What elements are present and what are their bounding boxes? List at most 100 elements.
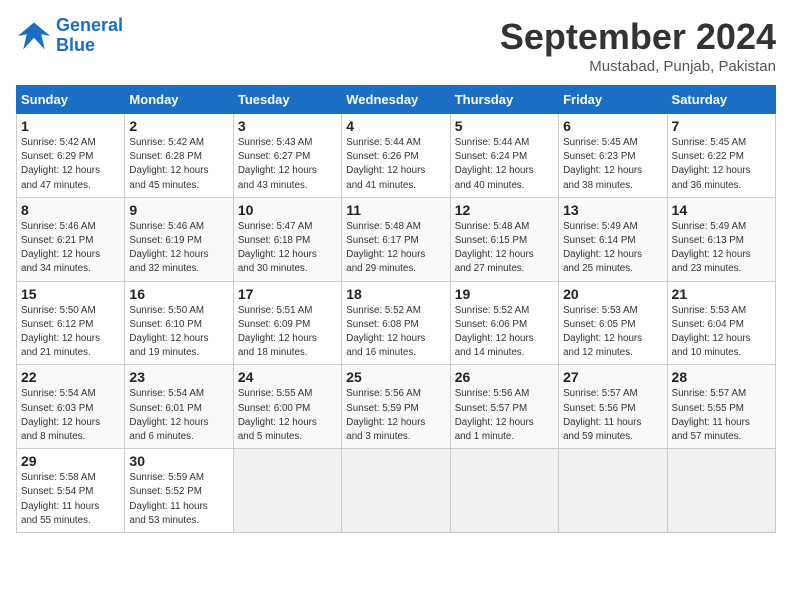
day-number: 26 (455, 369, 554, 385)
day-info: Sunrise: 5:44 AM Sunset: 6:26 PM Dayligh… (346, 136, 445, 193)
month-title: September 2024 (500, 16, 776, 58)
calendar-cell: 7 Sunrise: 5:45 AM Sunset: 6:22 PM Daylig… (667, 114, 775, 198)
day-number: 4 (346, 118, 445, 134)
day-number: 29 (21, 453, 120, 469)
day-number: 16 (129, 286, 228, 302)
calendar-cell: 22Sunrise: 5:54 AM Sunset: 6:03 PM Dayli… (17, 365, 125, 449)
day-info: Sunrise: 5:53 AM Sunset: 6:04 PM Dayligh… (672, 304, 771, 361)
day-info: Sunrise: 5:51 AM Sunset: 6:09 PM Dayligh… (238, 304, 337, 361)
day-info: Sunrise: 5:46 AM Sunset: 6:19 PM Dayligh… (129, 220, 228, 277)
weekday-header-friday: Friday (559, 86, 667, 114)
day-number: 17 (238, 286, 337, 302)
day-info: Sunrise: 5:57 AM Sunset: 5:55 PM Dayligh… (672, 387, 771, 444)
day-info: Sunrise: 5:45 AM Sunset: 6:22 PM Dayligh… (672, 136, 771, 193)
day-info: Sunrise: 5:55 AM Sunset: 6:00 PM Dayligh… (238, 387, 337, 444)
calendar-cell: 26 Sunrise: 5:56 AM Sunset: 5:57 PM Dayli… (450, 365, 558, 449)
day-number: 11 (346, 202, 445, 218)
calendar-cell: 1 Sunrise: 5:42 AM Sunset: 6:29 PM Daylig… (17, 114, 125, 198)
day-info: Sunrise: 5:47 AM Sunset: 6:18 PM Dayligh… (238, 220, 337, 277)
logo-text: General Blue (56, 16, 123, 56)
day-info: Sunrise: 5:50 AM Sunset: 6:10 PM Dayligh… (129, 304, 228, 361)
day-info: Sunrise: 5:42 AM Sunset: 6:29 PM Dayligh… (21, 136, 120, 193)
day-number: 9 (129, 202, 228, 218)
day-number: 7 (672, 118, 771, 134)
day-info: Sunrise: 5:56 AM Sunset: 5:59 PM Dayligh… (346, 387, 445, 444)
day-info: Sunrise: 5:50 AM Sunset: 6:12 PM Dayligh… (21, 304, 120, 361)
day-info: Sunrise: 5:59 AM Sunset: 5:52 PM Dayligh… (129, 471, 228, 528)
day-info: Sunrise: 5:52 AM Sunset: 6:08 PM Dayligh… (346, 304, 445, 361)
calendar-week-4: 22Sunrise: 5:54 AM Sunset: 6:03 PM Dayli… (17, 365, 776, 449)
weekday-header-thursday: Thursday (450, 86, 558, 114)
calendar-cell: 5 Sunrise: 5:44 AM Sunset: 6:24 PM Daylig… (450, 114, 558, 198)
day-number: 19 (455, 286, 554, 302)
day-info: Sunrise: 5:54 AM Sunset: 6:03 PM Dayligh… (21, 387, 120, 444)
day-number: 3 (238, 118, 337, 134)
day-info: Sunrise: 5:52 AM Sunset: 6:06 PM Dayligh… (455, 304, 554, 361)
calendar-cell: 9 Sunrise: 5:46 AM Sunset: 6:19 PM Daylig… (125, 197, 233, 281)
day-number: 14 (672, 202, 771, 218)
calendar-cell: 14 Sunrise: 5:49 AM Sunset: 6:13 PM Dayli… (667, 197, 775, 281)
calendar-cell: 20 Sunrise: 5:53 AM Sunset: 6:05 PM Dayli… (559, 281, 667, 365)
day-info: Sunrise: 5:57 AM Sunset: 5:56 PM Dayligh… (563, 387, 662, 444)
calendar-week-3: 15 Sunrise: 5:50 AM Sunset: 6:12 PM Dayli… (17, 281, 776, 365)
day-info: Sunrise: 5:58 AM Sunset: 5:54 PM Dayligh… (21, 471, 120, 528)
day-number: 25 (346, 369, 445, 385)
day-number: 8 (21, 202, 120, 218)
calendar-cell: 6Sunrise: 5:45 AM Sunset: 6:23 PM Daylig… (559, 114, 667, 198)
day-info: Sunrise: 5:56 AM Sunset: 5:57 PM Dayligh… (455, 387, 554, 444)
calendar-cell: 15 Sunrise: 5:50 AM Sunset: 6:12 PM Dayli… (17, 281, 125, 365)
calendar-cell: 12Sunrise: 5:48 AM Sunset: 6:15 PM Dayli… (450, 197, 558, 281)
title-block: September 2024 Mustabad, Punjab, Pakista… (500, 16, 776, 75)
calendar-cell: 21 Sunrise: 5:53 AM Sunset: 6:04 PM Dayli… (667, 281, 775, 365)
day-number: 18 (346, 286, 445, 302)
day-info: Sunrise: 5:43 AM Sunset: 6:27 PM Dayligh… (238, 136, 337, 193)
calendar-cell (342, 449, 450, 533)
day-number: 20 (563, 286, 662, 302)
calendar-cell: 8Sunrise: 5:46 AM Sunset: 6:21 PM Daylig… (17, 197, 125, 281)
location-subtitle: Mustabad, Punjab, Pakistan (500, 58, 776, 75)
calendar-week-1: 1 Sunrise: 5:42 AM Sunset: 6:29 PM Daylig… (17, 114, 776, 198)
day-info: Sunrise: 5:53 AM Sunset: 6:05 PM Dayligh… (563, 304, 662, 361)
calendar-cell (450, 449, 558, 533)
day-info: Sunrise: 5:49 AM Sunset: 6:13 PM Dayligh… (672, 220, 771, 277)
day-number: 15 (21, 286, 120, 302)
calendar-cell: 17 Sunrise: 5:51 AM Sunset: 6:09 PM Dayli… (233, 281, 341, 365)
day-info: Sunrise: 5:44 AM Sunset: 6:24 PM Dayligh… (455, 136, 554, 193)
calendar-cell (559, 449, 667, 533)
day-number: 13 (563, 202, 662, 218)
calendar-cell: 25 Sunrise: 5:56 AM Sunset: 5:59 PM Dayli… (342, 365, 450, 449)
calendar-cell (667, 449, 775, 533)
day-number: 24 (238, 369, 337, 385)
day-info: Sunrise: 5:42 AM Sunset: 6:28 PM Dayligh… (129, 136, 228, 193)
calendar-week-2: 8Sunrise: 5:46 AM Sunset: 6:21 PM Daylig… (17, 197, 776, 281)
day-info: Sunrise: 5:49 AM Sunset: 6:14 PM Dayligh… (563, 220, 662, 277)
calendar-cell: 29 Sunrise: 5:58 AM Sunset: 5:54 PM Dayli… (17, 449, 125, 533)
calendar-cell: 19 Sunrise: 5:52 AM Sunset: 6:06 PM Dayli… (450, 281, 558, 365)
calendar-cell: 11Sunrise: 5:48 AM Sunset: 6:17 PM Dayli… (342, 197, 450, 281)
calendar-cell: 16 Sunrise: 5:50 AM Sunset: 6:10 PM Dayli… (125, 281, 233, 365)
day-number: 2 (129, 118, 228, 134)
day-number: 1 (21, 118, 120, 134)
logo: General Blue (16, 16, 123, 56)
day-number: 10 (238, 202, 337, 218)
calendar-cell: 28 Sunrise: 5:57 AM Sunset: 5:55 PM Dayli… (667, 365, 775, 449)
calendar-cell: 13 Sunrise: 5:49 AM Sunset: 6:14 PM Dayli… (559, 197, 667, 281)
calendar-cell: 2 Sunrise: 5:42 AM Sunset: 6:28 PM Daylig… (125, 114, 233, 198)
calendar-cell: 23Sunrise: 5:54 AM Sunset: 6:01 PM Dayli… (125, 365, 233, 449)
page-header: General Blue September 2024 Mustabad, Pu… (16, 16, 776, 75)
day-number: 12 (455, 202, 554, 218)
calendar-cell: 18 Sunrise: 5:52 AM Sunset: 6:08 PM Dayli… (342, 281, 450, 365)
calendar-cell (233, 449, 341, 533)
weekday-header-monday: Monday (125, 86, 233, 114)
calendar-cell: 24 Sunrise: 5:55 AM Sunset: 6:00 PM Dayli… (233, 365, 341, 449)
calendar-cell: 10 Sunrise: 5:47 AM Sunset: 6:18 PM Dayli… (233, 197, 341, 281)
calendar-cell: 3 Sunrise: 5:43 AM Sunset: 6:27 PM Daylig… (233, 114, 341, 198)
day-info: Sunrise: 5:45 AM Sunset: 6:23 PM Dayligh… (563, 136, 662, 193)
day-number: 5 (455, 118, 554, 134)
weekday-header-saturday: Saturday (667, 86, 775, 114)
day-number: 21 (672, 286, 771, 302)
calendar-table: SundayMondayTuesdayWednesdayThursdayFrid… (16, 85, 776, 533)
calendar-week-5: 29 Sunrise: 5:58 AM Sunset: 5:54 PM Dayli… (17, 449, 776, 533)
day-number: 27 (563, 369, 662, 385)
day-number: 28 (672, 369, 771, 385)
